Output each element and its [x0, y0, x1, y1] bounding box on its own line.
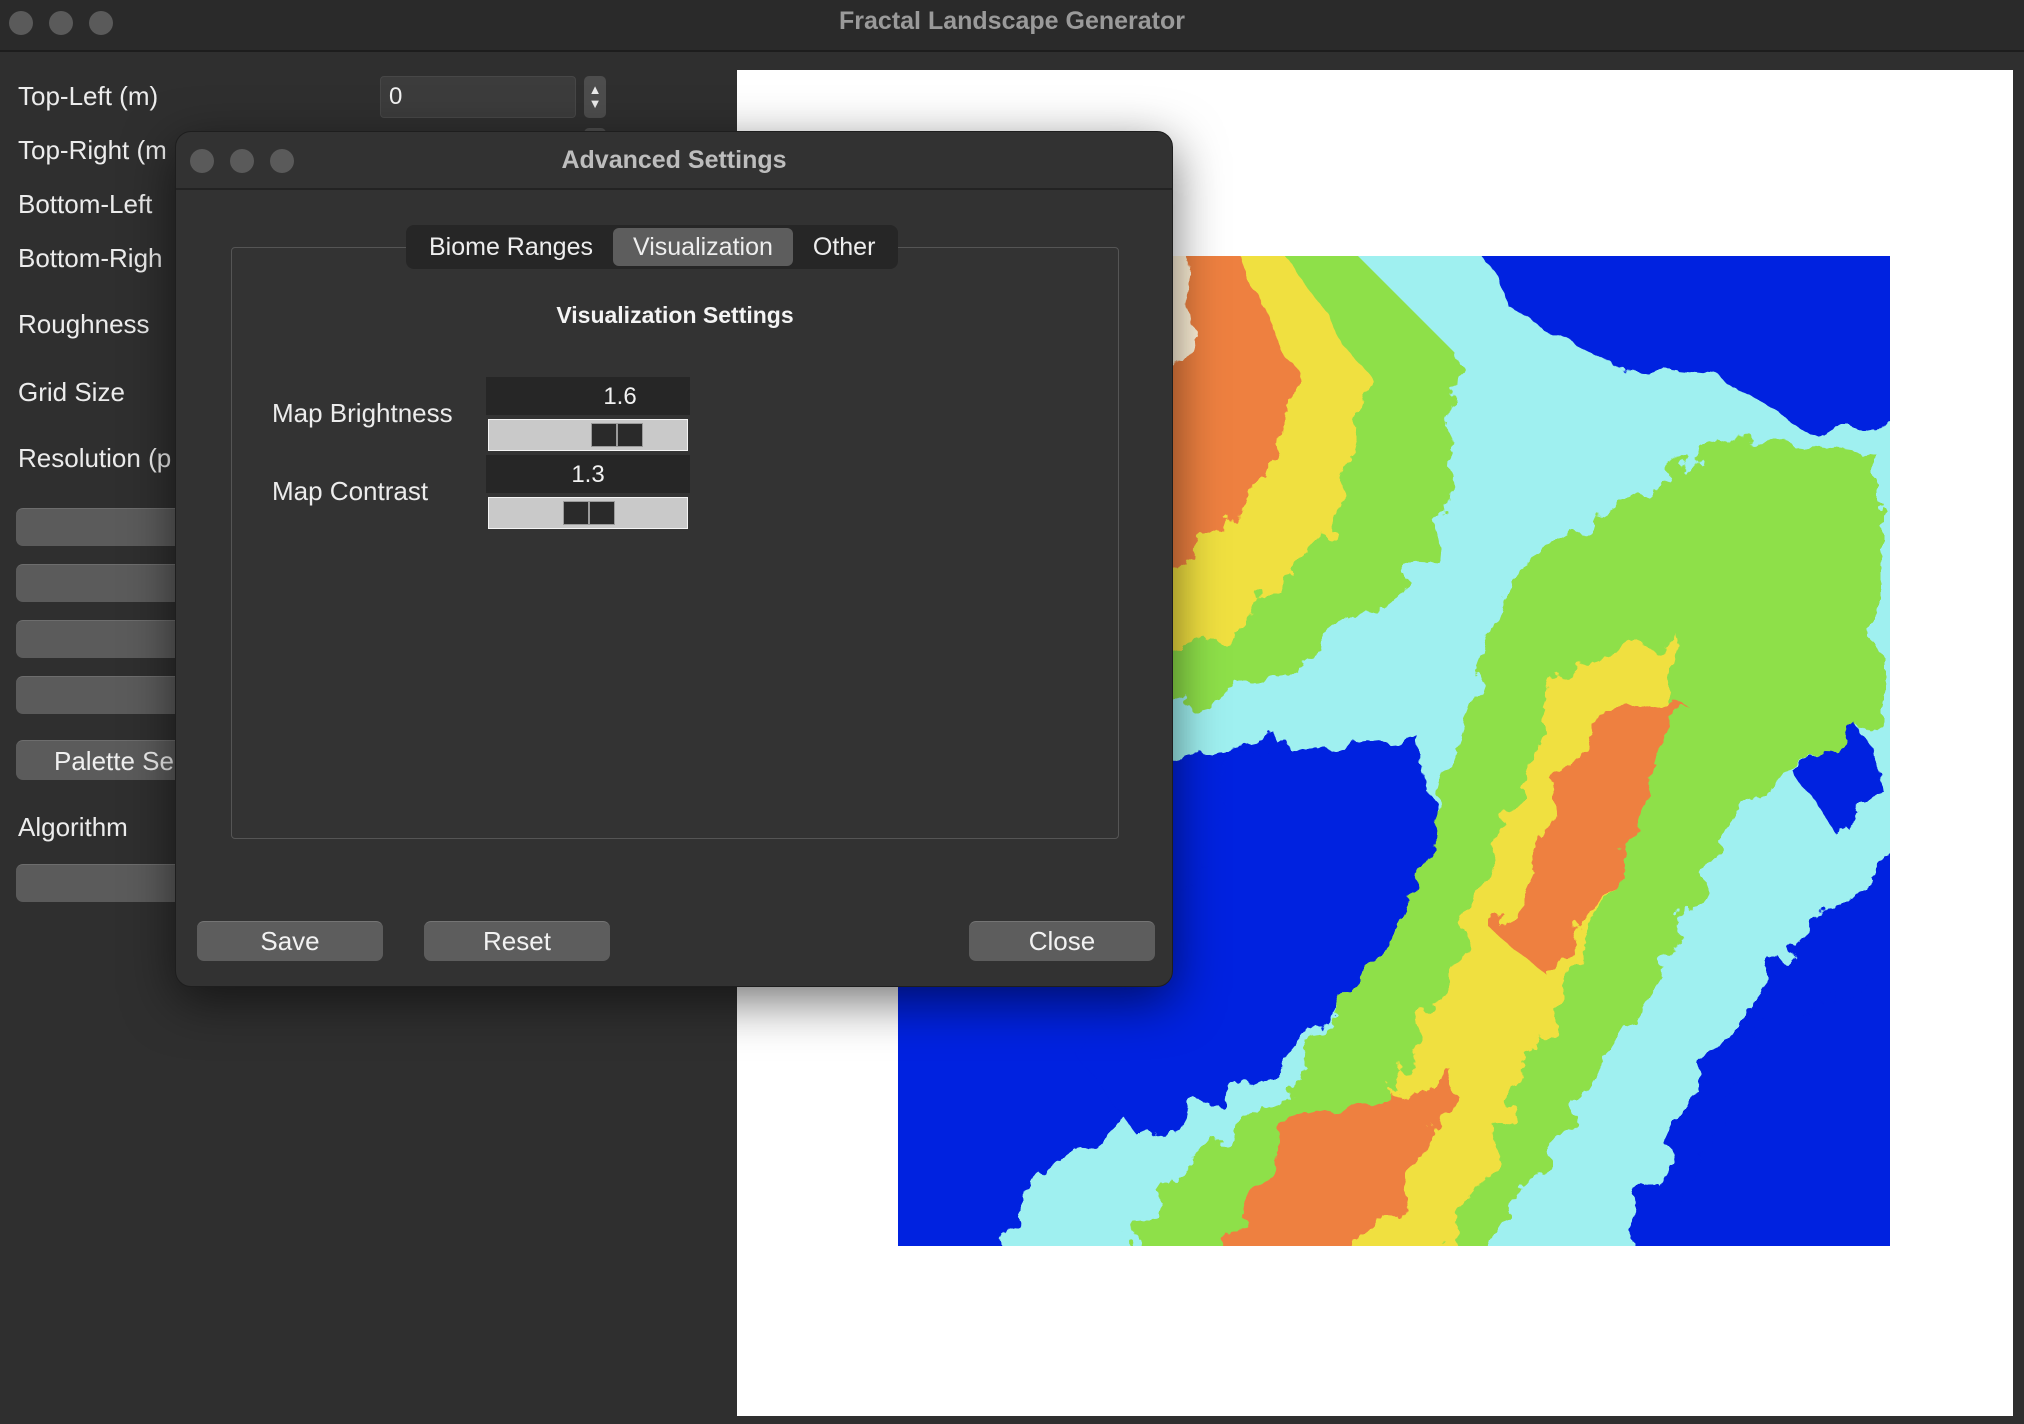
- reset-button[interactable]: Reset: [424, 921, 610, 961]
- dialog-title-separator: [176, 188, 1172, 190]
- roughness-label: Roughness: [18, 309, 150, 339]
- contrast-slider-handle-right[interactable]: [589, 501, 615, 525]
- advanced-settings-dialog: Advanced Settings Biome Ranges Visualiza…: [175, 131, 1173, 987]
- tab-bar: Biome Ranges Visualization Other: [406, 225, 899, 269]
- brightness-value-text: 1.6: [603, 383, 637, 410]
- contrast-slider[interactable]: [488, 497, 688, 529]
- section-title: Visualization Settings: [556, 302, 794, 328]
- brightness-slider-handle[interactable]: [591, 423, 617, 447]
- window-title: Fractal Landscape Generator: [839, 7, 1185, 35]
- dialog-close-icon[interactable]: [190, 149, 214, 173]
- contrast-value-text: 1.3: [571, 461, 605, 488]
- save-button[interactable]: Save: [197, 921, 383, 961]
- dialog-zoom-icon[interactable]: [270, 149, 294, 173]
- contrast-slider-handle[interactable]: [563, 501, 589, 525]
- main-title-bar: Fractal Landscape Generator: [0, 0, 2024, 52]
- stepper-up-icon[interactable]: ▲: [589, 83, 602, 97]
- bottom-left-label: Bottom-Left: [18, 189, 153, 219]
- top-left-stepper[interactable]: ▲ ▼: [584, 76, 606, 118]
- brightness-value: 1.6: [486, 377, 690, 415]
- tab-visualization[interactable]: Visualization: [612, 228, 793, 266]
- contrast-value: 1.3: [486, 455, 690, 493]
- contrast-label: Map Contrast: [272, 476, 429, 506]
- close-button[interactable]: Close: [969, 921, 1155, 961]
- algorithm-label: Algorithm: [18, 812, 128, 842]
- tab-biome-ranges[interactable]: Biome Ranges: [409, 228, 613, 266]
- dialog-minimize-icon[interactable]: [230, 149, 254, 173]
- bottom-right-label: Bottom-Righ: [18, 243, 163, 273]
- stepper-down-icon[interactable]: ▼: [589, 97, 602, 111]
- dialog-title: Advanced Settings: [561, 146, 787, 174]
- brightness-slider-handle-right[interactable]: [617, 423, 643, 447]
- resolution-label: Resolution (p: [18, 443, 172, 473]
- brightness-slider[interactable]: [488, 419, 688, 451]
- grid-size-label: Grid Size: [18, 377, 125, 407]
- top-left-input[interactable]: 0: [380, 76, 576, 118]
- tab-content-panel: [231, 247, 1119, 839]
- tab-other[interactable]: Other: [793, 228, 896, 266]
- top-left-label: Top-Left (m): [18, 81, 159, 111]
- top-right-label: Top-Right (m: [18, 135, 167, 165]
- brightness-label: Map Brightness: [272, 398, 453, 428]
